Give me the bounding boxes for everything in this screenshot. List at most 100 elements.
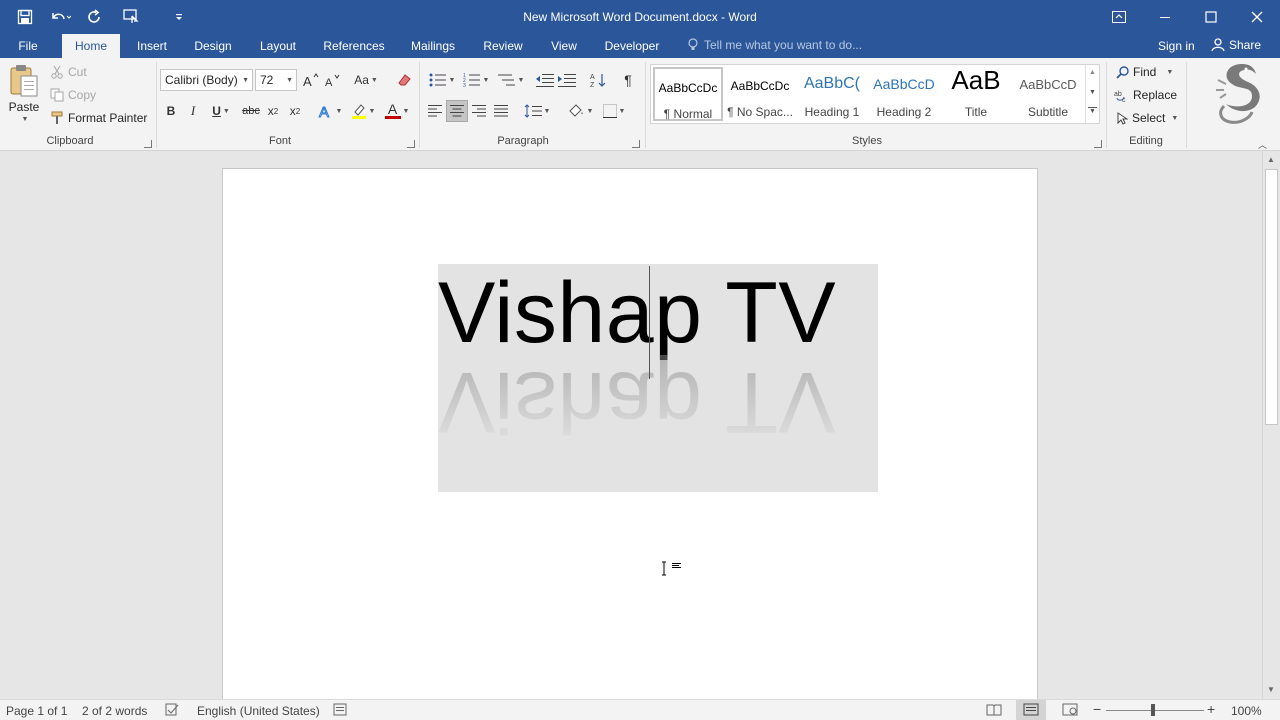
style-subtitle[interactable]: AaBbCcD Subtitle [1013,67,1083,121]
format-painter-button[interactable]: Format Painter [50,111,147,125]
text-selection[interactable]: Vishap TV Vishap TV [438,264,878,492]
chevron-up-icon[interactable]: ▲ [1089,69,1096,76]
italic-button[interactable]: I [184,100,202,122]
decrease-indent-icon[interactable] [535,69,555,91]
bullets-button[interactable]: ▼ [426,69,458,91]
close-icon[interactable] [1234,0,1280,34]
clear-formatting-icon[interactable] [394,69,414,91]
zoom-out-icon[interactable]: − [1093,701,1101,717]
chevron-down-icon: ▼ [1166,68,1174,76]
shading-button[interactable]: ▼ [564,100,596,122]
font-launcher-icon[interactable] [407,140,415,148]
copy-button[interactable]: Copy [50,88,96,102]
clipboard-launcher-icon[interactable] [144,140,152,148]
strikethrough-button[interactable]: abc [240,100,262,122]
vertical-scrollbar[interactable]: ▲ ▼ [1262,151,1280,699]
zoom-in-icon[interactable]: + [1207,701,1215,717]
font-size-box[interactable]: 72 ▼ [255,69,297,91]
tab-insert[interactable]: Insert [130,34,174,58]
increase-indent-icon[interactable] [557,69,577,91]
style-heading-1[interactable]: AaBbC( Heading 1 [797,67,867,121]
proofing-icon[interactable] [165,703,179,719]
underline-button[interactable]: U ▼ [206,100,236,122]
numbering-button[interactable]: 1 2 3 ▼ [460,69,492,91]
grow-font-icon[interactable]: A [301,69,321,91]
tab-references[interactable]: References [318,34,390,58]
print-layout-icon[interactable] [1016,700,1046,720]
styles-launcher-icon[interactable] [1094,140,1102,148]
document-text[interactable]: Vishap TV [438,264,836,363]
zoom-slider[interactable] [1106,710,1204,711]
shrink-font-icon[interactable]: A [323,69,343,91]
replace-button[interactable]: ab c Replace [1114,88,1177,102]
borders-button[interactable]: ▼ [598,100,630,122]
cut-button[interactable]: Cut [50,65,87,79]
tab-file[interactable]: File [8,34,48,58]
paintbrush-icon [51,111,63,124]
change-case-button[interactable]: Aa ▼ [352,69,380,91]
ribbon-display-options-icon[interactable] [1096,0,1142,34]
tab-review[interactable]: Review [478,34,528,58]
style-heading-2[interactable]: AaBbCcD Heading 2 [869,67,939,121]
tell-me-box[interactable]: Tell me what you want to do... [688,38,862,52]
font-color-button[interactable]: A ▼ [382,100,412,122]
select-button[interactable]: Select ▼ [1116,111,1178,125]
page-count[interactable]: Page 1 of 1 [6,704,67,718]
chevron-down-icon[interactable]: ▼ [1089,89,1096,96]
document-page[interactable]: Vishap TV Vishap TV [222,168,1038,699]
align-center-icon[interactable] [446,100,468,122]
tab-layout[interactable]: Layout [252,34,304,58]
word-count[interactable]: 2 of 2 words [82,704,147,718]
maximize-icon[interactable] [1188,0,1234,34]
borders-icon [602,104,617,118]
superscript-button[interactable]: x2 [286,100,304,122]
macro-recording-icon[interactable] [333,703,347,719]
align-right-icon[interactable] [470,100,488,122]
align-left-icon[interactable] [426,100,444,122]
bold-button[interactable]: B [162,100,180,122]
style-sample: AaBbCcDc [658,81,718,95]
underline-label: U [212,104,221,118]
font-size-dropdown-icon[interactable]: ▼ [286,77,293,84]
paste-dropdown-icon[interactable]: ▼ [22,116,29,123]
styles-gallery-scroll[interactable]: ▲ ▼ ▼ [1085,65,1099,123]
dragon-logo [1212,60,1264,128]
justify-icon[interactable] [492,100,510,122]
tab-mailings[interactable]: Mailings [404,34,462,58]
language-indicator[interactable]: English (United States) [197,704,320,718]
font-size-value: 72 [260,73,274,87]
window-controls [1096,0,1280,34]
style-no-spacing[interactable]: AaBbCcDc ¶ No Spac... [725,67,795,121]
tab-home[interactable]: Home [62,34,120,58]
tab-design[interactable]: Design [188,34,238,58]
share-button[interactable]: Share [1211,38,1261,52]
font-name-dropdown-icon[interactable]: ▼ [242,77,249,84]
minimize-icon[interactable] [1142,0,1188,34]
sort-icon[interactable]: AZ [588,69,608,91]
tab-developer[interactable]: Developer [598,34,666,58]
web-layout-icon[interactable] [1062,703,1078,719]
scroll-up-icon[interactable]: ▲ [1267,155,1275,164]
font-name-box[interactable]: Calibri (Body) ▼ [160,69,253,91]
scrollbar-thumb[interactable] [1265,169,1278,425]
paste-button[interactable]: Paste ▼ [8,64,40,123]
group-divider [419,62,420,148]
zoom-slider-thumb[interactable] [1151,704,1155,716]
text-effects-button[interactable]: A ▼ [316,100,344,122]
highlight-color-button[interactable]: ▼ [348,100,378,122]
read-mode-icon[interactable] [986,703,1002,719]
collapse-ribbon-icon[interactable]: ︿ [1258,138,1267,151]
sign-in-link[interactable]: Sign in [1158,39,1195,53]
multilevel-list-button[interactable]: ▼ [495,69,527,91]
show-formatting-marks-icon[interactable]: ¶ [618,69,638,91]
style-normal[interactable]: AaBbCcDc ¶ Normal [653,67,723,121]
style-title[interactable]: AaB Title [941,65,1011,121]
line-spacing-button[interactable]: ▼ [522,100,552,122]
more-styles-icon[interactable]: ▼ [1088,107,1097,115]
scroll-down-icon[interactable]: ▼ [1267,685,1275,694]
subscript-button[interactable]: x2 [264,100,282,122]
find-button[interactable]: Find ▼ [1116,65,1173,79]
tab-view[interactable]: View [544,34,584,58]
zoom-level[interactable]: 100% [1231,704,1262,718]
paragraph-launcher-icon[interactable] [632,140,640,148]
